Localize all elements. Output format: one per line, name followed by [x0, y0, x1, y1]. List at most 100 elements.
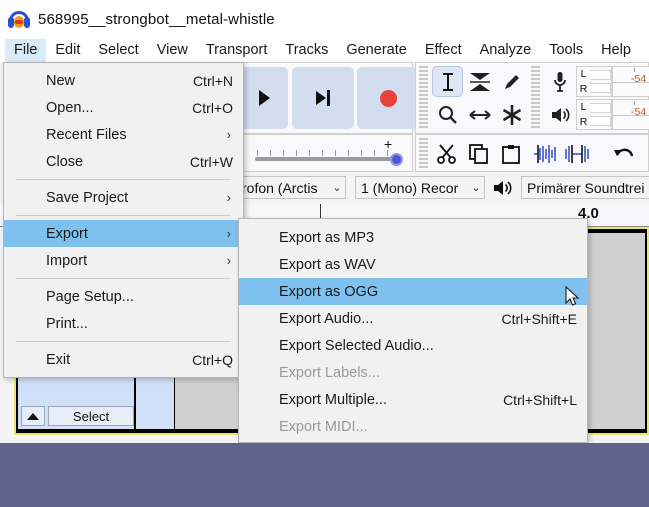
audacity-window: 568995__strongbot__metal-whistle File Ed… [0, 0, 649, 443]
menu-item-open[interactable]: Open... Ctrl+O [4, 94, 243, 121]
menu-select[interactable]: Select [89, 39, 147, 62]
menu-analyze[interactable]: Analyze [471, 39, 541, 62]
menu-item-accel: Ctrl+Shift+E [502, 311, 577, 327]
trim-audio-button[interactable] [529, 138, 560, 169]
menu-item-new[interactable]: New Ctrl+N [4, 67, 243, 94]
envelope-tool[interactable] [464, 66, 495, 97]
menu-item-label: Export MIDI... [279, 419, 368, 435]
selection-tool[interactable] [432, 66, 463, 97]
menu-separator-4 [16, 341, 231, 342]
menu-item-close[interactable]: Close Ctrl+W [4, 148, 243, 175]
menu-item-export-multiple[interactable]: Export Multiple... Ctrl+Shift+L [239, 386, 587, 413]
speaker-icon [550, 106, 570, 124]
playback-meter-scale-label: -54 [631, 106, 646, 118]
zoom-slider-knob[interactable] [390, 153, 403, 166]
menu-help[interactable]: Help [592, 39, 640, 62]
export-submenu-popup: Export as MP3 Export as WAV Export as OG… [238, 218, 588, 443]
file-menu-popup: New Ctrl+N Open... Ctrl+O Recent Files ›… [3, 62, 244, 378]
menu-item-export-as-wav[interactable]: Export as WAV [239, 251, 587, 278]
menu-item-export-selected-audio[interactable]: Export Selected Audio... [239, 332, 587, 359]
menu-item-label: Import [46, 253, 87, 269]
paste-button[interactable] [495, 138, 526, 169]
menu-tools[interactable]: Tools [540, 39, 592, 62]
skip-to-end-button[interactable] [292, 67, 354, 129]
track-select-button[interactable]: Select [48, 406, 134, 426]
multi-tool[interactable] [496, 99, 527, 130]
skip-end-icon [316, 90, 330, 106]
playback-meter-button[interactable] [544, 99, 575, 130]
silence-waveform-icon [564, 144, 590, 164]
menu-separator [16, 179, 231, 180]
toolbar-grip-2[interactable] [531, 66, 540, 130]
menu-item-export-as-mp3[interactable]: Export as MP3 [239, 224, 587, 251]
double-arrow-icon [469, 108, 491, 122]
menu-transport[interactable]: Transport [197, 39, 277, 62]
menu-tracks[interactable]: Tracks [276, 39, 337, 62]
silence-audio-button[interactable] [561, 138, 592, 169]
play-button[interactable] [240, 67, 288, 129]
menu-edit[interactable]: Edit [46, 39, 89, 62]
recording-channels-value: 1 (Mono) Recor [356, 180, 468, 196]
menu-item-label: Print... [46, 316, 88, 332]
menu-item-label: Close [46, 154, 83, 170]
menu-item-import[interactable]: Import › [4, 247, 243, 274]
menu-item-export-as-ogg[interactable]: Export as OGG [239, 278, 587, 305]
menu-item-print[interactable]: Print... [4, 310, 243, 337]
menu-item-label: Export Labels... [279, 365, 380, 381]
microphone-icon [553, 71, 567, 93]
menu-item-label: Recent Files [46, 127, 127, 143]
zoom-slider-track[interactable] [255, 157, 400, 161]
menu-item-label: Export as MP3 [279, 230, 374, 246]
menu-item-label: Export [46, 226, 88, 242]
menu-item-accel: Ctrl+Q [192, 352, 233, 368]
track-collapse-button[interactable] [21, 406, 45, 426]
menu-item-export-labels: Export Labels... [239, 359, 587, 386]
menu-item-accel: Ctrl+N [193, 73, 233, 89]
trim-waveform-icon [532, 144, 558, 164]
cut-button[interactable] [431, 138, 462, 169]
menu-item-recent-files[interactable]: Recent Files › [4, 121, 243, 148]
meter-left-label: L [581, 69, 587, 80]
draw-tool[interactable] [496, 66, 527, 97]
chevron-right-icon-3: › [227, 226, 233, 241]
recording-meter-scale: -54 [612, 66, 649, 97]
playback-device-combo[interactable]: Primärer Soundtrei [521, 176, 649, 199]
recording-meter-button[interactable] [544, 66, 575, 97]
record-circle-icon [380, 90, 397, 107]
magnifier-icon [438, 105, 458, 125]
edit-toolbar-grip[interactable] [419, 138, 428, 168]
menu-item-page-setup[interactable]: Page Setup... [4, 283, 243, 310]
recording-channels-combo[interactable]: 1 (Mono) Recor ⌄ [355, 176, 485, 199]
undo-arrow-icon [613, 145, 635, 163]
copy-button[interactable] [463, 138, 494, 169]
menu-item-exit[interactable]: Exit Ctrl+Q [4, 346, 243, 373]
undo-button[interactable] [608, 138, 639, 169]
record-button[interactable] [357, 67, 419, 129]
menu-item-save-project[interactable]: Save Project › [4, 184, 243, 211]
meter-right-label-2: R [580, 117, 588, 128]
recording-meter[interactable]: LR [576, 66, 612, 97]
toolbar-grip[interactable] [419, 66, 428, 130]
chevron-down-icon: ⌄ [329, 181, 345, 194]
menu-item-label: Save Project [46, 190, 128, 206]
zoom-tool[interactable] [432, 99, 463, 130]
title-bar: 568995__strongbot__metal-whistle [0, 0, 649, 38]
chevron-down-icon-2: ⌄ [468, 181, 484, 194]
menu-item-export-audio[interactable]: Export Audio... Ctrl+Shift+E [239, 305, 587, 332]
playback-meter[interactable]: LR [576, 99, 612, 130]
menu-generate[interactable]: Generate [337, 39, 415, 62]
audacity-headphones-icon [8, 8, 30, 30]
timeshift-tool[interactable] [464, 99, 495, 130]
menu-item-label: Export Audio... [279, 311, 373, 327]
scissors-icon [437, 144, 457, 164]
menu-effect[interactable]: Effect [416, 39, 471, 62]
triangle-up-icon [27, 413, 39, 420]
menu-view[interactable]: View [148, 39, 197, 62]
menu-item-export[interactable]: Export › [4, 220, 243, 247]
meter-right-label: R [580, 84, 588, 95]
chevron-right-icon-2: › [227, 190, 233, 205]
menu-item-accel: Ctrl+Shift+L [503, 392, 577, 408]
menu-file[interactable]: File [5, 39, 46, 62]
selection-slider-toolbar: + [236, 134, 413, 172]
recording-device-combo[interactable]: rofon (Arctis ⌄ [236, 176, 346, 199]
